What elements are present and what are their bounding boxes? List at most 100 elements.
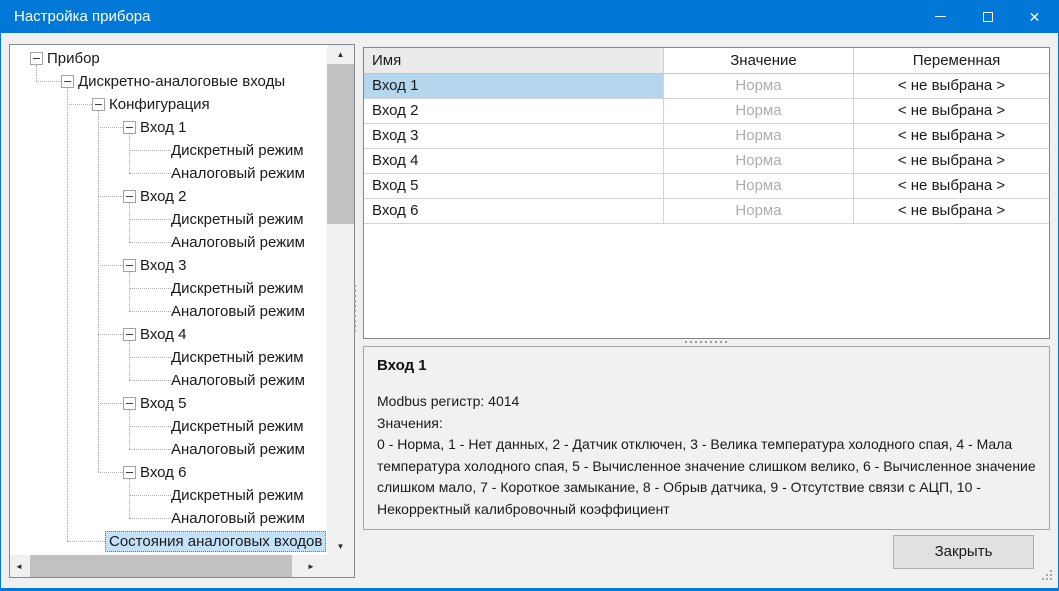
scroll-left-button[interactable]: ◄ [10, 555, 28, 577]
close-dialog-button[interactable]: Закрыть [893, 535, 1034, 569]
tree-item-label[interactable]: Дискретно-аналоговые входы [78, 71, 285, 92]
tree-item[interactable]: Вход 1 [12, 116, 326, 139]
tree-item[interactable]: Аналоговый режим [12, 300, 326, 323]
tree-item-label[interactable]: Вход 4 [140, 324, 186, 345]
tree-item-label[interactable]: Дискретный режим [171, 278, 304, 299]
cell-variable[interactable]: < не выбрана > [854, 74, 1049, 99]
scroll-down-button[interactable]: ▼ [327, 537, 354, 555]
tree-item[interactable]: Дискретный режим [12, 346, 326, 369]
grid-header-cell[interactable]: Переменная [854, 48, 1049, 74]
tree-panel: ПриборДискретно-аналоговые входыКонфигур… [9, 44, 355, 578]
tree-item-label[interactable]: Аналоговый режим [171, 232, 305, 253]
cell-value[interactable]: Норма [664, 199, 854, 224]
vertical-splitter-grip[interactable] [354, 285, 356, 333]
tree-item-label[interactable]: Аналоговый режим [171, 439, 305, 460]
tree-item-label[interactable]: Прибор [47, 48, 100, 69]
tree-item[interactable]: Дискретно-аналоговые входы [12, 70, 326, 93]
maximize-button[interactable] [964, 0, 1011, 33]
grid-header-cell[interactable]: Имя [364, 48, 664, 74]
cell-value[interactable]: Норма [664, 124, 854, 149]
tree-item-label[interactable]: Вход 6 [140, 462, 186, 483]
cell-value[interactable]: Норма [664, 149, 854, 174]
cell-name[interactable]: Вход 4 [364, 149, 664, 174]
tree-collapse-icon[interactable] [123, 466, 136, 479]
tree-item-label[interactable]: Дискретный режим [171, 209, 304, 230]
tree-item[interactable]: Дискретный режим [12, 277, 326, 300]
tree-item-label[interactable]: Вход 5 [140, 393, 186, 414]
tree-collapse-icon[interactable] [123, 190, 136, 203]
scroll-left-icon: ◄ [15, 562, 23, 571]
tree-collapse-icon[interactable] [123, 328, 136, 341]
grid-header-cell[interactable]: Значение [664, 48, 854, 74]
tree-collapse-icon[interactable] [123, 397, 136, 410]
cell-name[interactable]: Вход 1 [364, 74, 664, 99]
tree-connector-line [98, 127, 123, 128]
cell-variable[interactable]: < не выбрана > [854, 99, 1049, 124]
tree-item-label[interactable]: Дискретный режим [171, 416, 304, 437]
dialog-window: Настройка прибора ✕ ПриборДискретно-анал… [0, 0, 1059, 591]
tree-item-label[interactable]: Аналоговый режим [171, 370, 305, 391]
cell-name[interactable]: Вход 3 [364, 124, 664, 149]
close-window-button[interactable]: ✕ [1011, 0, 1058, 33]
info-body: Modbus регистр: 4014Значения:0 - Норма, … [377, 391, 1036, 520]
tree-vertical-scrollbar[interactable]: ▲ ▼ [327, 45, 354, 555]
vertical-scrollbar-thumb[interactable] [327, 64, 354, 224]
cell-variable[interactable]: < не выбрана > [854, 149, 1049, 174]
window-title: Настройка прибора [14, 8, 150, 25]
tree-item-label[interactable]: Вход 2 [140, 186, 186, 207]
scroll-up-button[interactable]: ▲ [327, 45, 354, 63]
tree-item-label[interactable]: Конфигурация [109, 94, 210, 115]
tree-connector-line [67, 541, 109, 542]
cell-variable[interactable]: < не выбрана > [854, 124, 1049, 149]
tree-item[interactable]: Конфигурация [12, 93, 326, 116]
cell-value[interactable]: Норма [664, 99, 854, 124]
tree-item-label[interactable]: Дискретный режим [171, 485, 304, 506]
minimize-button[interactable] [917, 0, 964, 33]
cell-name[interactable]: Вход 2 [364, 99, 664, 124]
titlebar[interactable]: Настройка прибора ✕ [1, 0, 1058, 33]
tree-collapse-icon[interactable] [61, 75, 74, 88]
tree-item-label[interactable]: Дискретный режим [171, 347, 304, 368]
cell-name[interactable]: Вход 6 [364, 199, 664, 224]
tree-connector-line [129, 479, 130, 518]
cell-variable[interactable]: < не выбрана > [854, 174, 1049, 199]
tree-horizontal-scrollbar[interactable]: ◄ ► [10, 555, 354, 577]
tree-item[interactable]: Вход 6 [12, 461, 326, 484]
tree-item-label[interactable]: Вход 1 [140, 117, 186, 138]
tree-item-label[interactable]: Аналоговый режим [171, 508, 305, 529]
tree-item-label[interactable]: Аналоговый режим [171, 163, 305, 184]
scroll-right-button[interactable]: ► [302, 555, 320, 577]
cell-value[interactable]: Норма [664, 174, 854, 199]
tree-item[interactable]: Состояния аналоговых входов [12, 530, 326, 553]
tree-collapse-icon[interactable] [123, 259, 136, 272]
tree-item[interactable]: Вход 4 [12, 323, 326, 346]
tree-item-label[interactable]: Дискретный режим [171, 140, 304, 161]
tree-item[interactable]: Дискретный режим [12, 208, 326, 231]
tree-item[interactable]: Аналоговый режим [12, 369, 326, 392]
tree-item-label[interactable]: Состояния аналоговых входов [105, 531, 326, 552]
tree-collapse-icon[interactable] [30, 52, 43, 65]
tree-item[interactable]: Аналоговый режим [12, 438, 326, 461]
tree-item[interactable]: Вход 5 [12, 392, 326, 415]
tree-collapse-icon[interactable] [92, 98, 105, 111]
tree-item[interactable]: Аналоговый режим [12, 231, 326, 254]
resize-grip-icon[interactable] [1042, 570, 1054, 582]
tree-collapse-icon[interactable] [123, 121, 136, 134]
tree-item[interactable]: Дискретный режим [12, 139, 326, 162]
tree-item-label[interactable]: Вход 3 [140, 255, 186, 276]
tree-item-label[interactable]: Аналоговый режим [171, 301, 305, 322]
tree-item[interactable]: Аналоговый режим [12, 507, 326, 530]
scroll-down-icon: ▼ [337, 542, 345, 551]
tree-item[interactable]: Вход 3 [12, 254, 326, 277]
horizontal-scrollbar-thumb[interactable] [30, 555, 292, 577]
tree-item[interactable]: Дискретный режим [12, 484, 326, 507]
tree-item[interactable]: Прибор [12, 47, 326, 70]
cell-variable[interactable]: < не выбрана > [854, 199, 1049, 224]
tree-item[interactable]: Аналоговый режим [12, 162, 326, 185]
tree-item[interactable]: Дискретный режим [12, 415, 326, 438]
tree-item[interactable]: Вход 2 [12, 185, 326, 208]
table-row: Вход 1Норма< не выбрана > [364, 74, 1049, 99]
horizontal-splitter-grip[interactable] [363, 339, 1050, 345]
cell-value[interactable]: Норма [664, 74, 854, 99]
cell-name[interactable]: Вход 5 [364, 174, 664, 199]
